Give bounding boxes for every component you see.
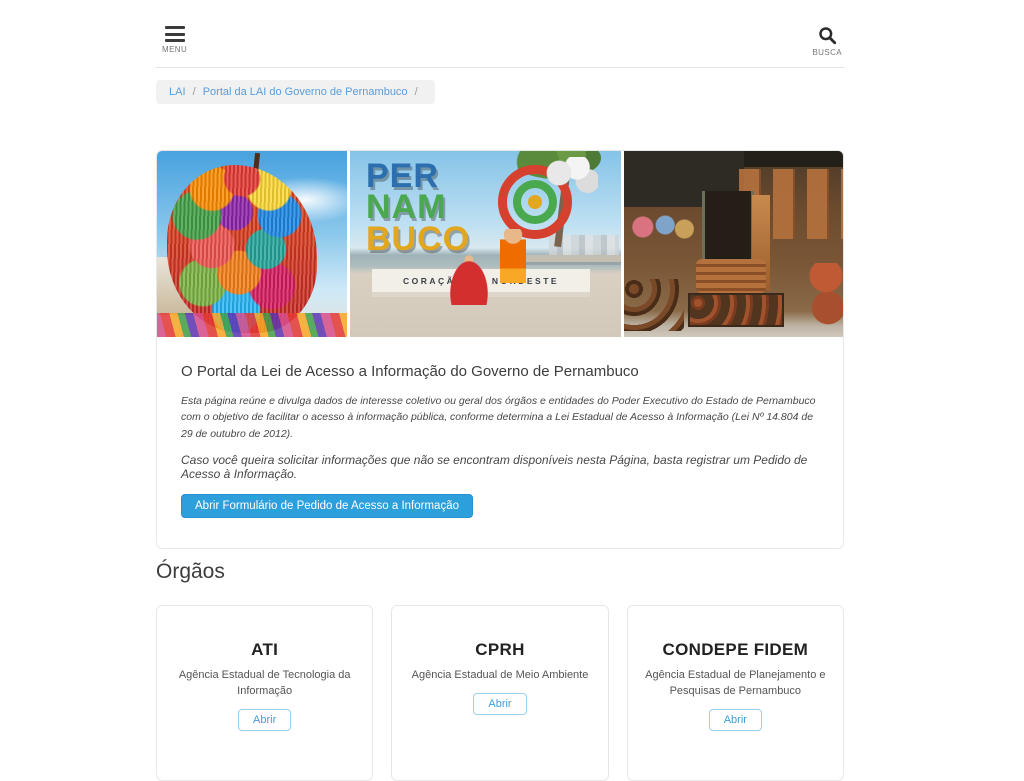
hero-banner: CORAÇÃO DO NORDESTE PER NAM BUCO xyxy=(157,151,843,337)
search-label: BUSCA xyxy=(812,48,842,57)
open-cprh-button[interactable]: Abrir xyxy=(473,693,526,715)
organ-description: Agência Estadual de Meio Ambiente xyxy=(406,668,593,684)
hero-image-pernambuco-sign: CORAÇÃO DO NORDESTE PER NAM BUCO xyxy=(350,151,621,337)
sign-letters: PER NAM BUCO xyxy=(366,161,470,255)
organ-card-cprh: CPRH Agência Estadual de Meio Ambiente A… xyxy=(391,605,608,781)
intro-body: O Portal da Lei de Acesso a Informação d… xyxy=(157,337,843,548)
organs-section-title: Órgãos xyxy=(156,560,844,584)
breadcrumb-separator: / xyxy=(193,86,196,98)
intro-paragraph-2: Caso você queira solicitar informações q… xyxy=(181,453,819,481)
open-access-request-form-button[interactable]: Abrir Formulário de Pedido de Acesso a I… xyxy=(181,494,473,518)
breadcrumb: LAI / Portal da LAI do Governo de Pernam… xyxy=(156,80,844,104)
organ-description: Agência Estadual de Planejamento e Pesqu… xyxy=(642,668,829,700)
intro-title: O Portal da Lei de Acesso a Informação d… xyxy=(181,363,819,380)
menu-button[interactable]: MENU xyxy=(162,26,187,54)
organ-description: Agência Estadual de Tecnologia da Inform… xyxy=(171,668,358,700)
organ-card-ati: ATI Agência Estadual de Tecnologia da In… xyxy=(156,605,373,781)
hamburger-icon xyxy=(165,26,185,42)
search-button[interactable]: BUSCA xyxy=(812,26,842,57)
intro-paragraph-1: Esta página reúne e divulga dados de int… xyxy=(181,393,819,442)
open-condepe-fidem-button[interactable]: Abrir xyxy=(709,709,762,731)
search-icon xyxy=(818,26,837,45)
intro-panel: CORAÇÃO DO NORDESTE PER NAM BUCO xyxy=(156,150,844,549)
breadcrumb-link-portal[interactable]: Portal da LAI do Governo de Pernambuco xyxy=(203,86,408,98)
breadcrumb-link-lai[interactable]: LAI xyxy=(169,86,186,98)
breadcrumb-separator: / xyxy=(415,86,418,98)
menu-label: MENU xyxy=(162,45,187,54)
organ-name: CONDEPE FIDEM xyxy=(642,640,829,660)
hero-image-carnival xyxy=(157,151,347,337)
page-container: MENU BUSCA LAI / Portal da LAI do Govern… xyxy=(156,0,844,781)
organ-name: CPRH xyxy=(406,640,593,660)
organs-card-list: ATI Agência Estadual de Tecnologia da In… xyxy=(156,605,844,781)
top-bar: MENU BUSCA xyxy=(156,0,844,68)
open-ati-button[interactable]: Abrir xyxy=(238,709,291,731)
breadcrumb-pill: LAI / Portal da LAI do Governo de Pernam… xyxy=(156,80,435,104)
hero-image-leather-shop xyxy=(624,151,843,337)
organ-card-condepe-fidem: CONDEPE FIDEM Agência Estadual de Planej… xyxy=(627,605,844,781)
organ-name: ATI xyxy=(171,640,358,660)
